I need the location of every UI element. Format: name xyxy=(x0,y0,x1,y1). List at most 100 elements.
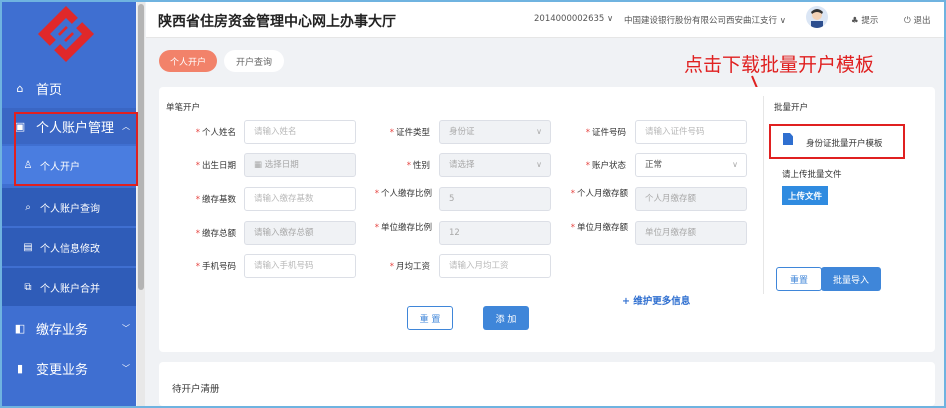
unit-monthly-label-text: 单位月缴存额 xyxy=(576,223,628,233)
sidebar: ⌂ 首页 ▣ 个人账户管理 ︿ ♙ 个人开户 ⌕ 个人账户查询 ▤ 个人信息修改… xyxy=(2,2,136,406)
nav-change[interactable]: ▮ 变更业务 ﹀ xyxy=(2,350,136,386)
sidebar-item-info-edit[interactable]: ▤ 个人信息修改 xyxy=(2,228,136,266)
unit-monthly-input: 单位月缴存额 xyxy=(635,221,747,245)
search-user-icon: ⌕ xyxy=(25,201,31,213)
avatar[interactable] xyxy=(806,6,828,28)
upload-button[interactable]: 上传文件 xyxy=(782,186,828,205)
id-number-input[interactable]: 请输入证件号码 xyxy=(635,120,747,144)
id-type-label: * 证件类型 xyxy=(389,128,430,138)
chevron-down-icon: ∨ xyxy=(732,160,738,169)
gender-label-text: 性别 xyxy=(412,161,430,171)
pending-card xyxy=(159,362,935,406)
account-status-label-text: 账户状态 xyxy=(591,161,626,171)
bank-selector[interactable]: 中国建设银行股份有限公司西安曲江支行 ∨ xyxy=(624,14,786,26)
gender-select[interactable]: 请选择 ∨ xyxy=(439,153,551,177)
tab-open-query[interactable]: 开户查询 xyxy=(224,50,284,72)
sidebar-item-label: 个人账户合并 xyxy=(40,283,100,295)
page-title: 陕西省住房资金管理中心网上办事大厅 xyxy=(158,14,396,30)
sidebar-scrollbar[interactable] xyxy=(137,2,145,406)
id-number-label-text: 证件号码 xyxy=(591,128,626,138)
add-button[interactable]: 添 加 xyxy=(483,306,529,330)
unit-monthly-label: * 单位月缴存额 xyxy=(570,223,628,233)
nav-home[interactable]: ⌂ 首页 xyxy=(2,70,136,106)
personal-monthly-label-text: 个人月缴存额 xyxy=(576,189,628,199)
unit-ratio-label-text: 单位缴存比例 xyxy=(380,223,432,233)
total-input[interactable]: 请输入缴存总额 xyxy=(244,221,356,245)
gender-placeholder: 请选择 xyxy=(449,160,475,170)
salary-input[interactable]: 请输入月均工资 xyxy=(439,254,551,278)
annotation-text: 点击下载批量开户模板 xyxy=(684,54,875,76)
reset-button[interactable]: 重 置 xyxy=(407,306,453,330)
sidebar-item-account-merge[interactable]: ⧉ 个人账户合并 xyxy=(2,268,136,306)
base-input[interactable]: 请输入缴存基数 xyxy=(244,187,356,211)
batch-section: 批量开户 xyxy=(774,103,809,113)
bell-icon: ♣ xyxy=(851,16,859,26)
nav-deposit-label: 缴存业务 xyxy=(36,322,89,338)
notice-label: 提示 xyxy=(861,16,879,26)
power-icon: ⏻ xyxy=(904,16,911,26)
chevron-down-icon: ∨ xyxy=(536,160,542,169)
account-status-value: 正常 xyxy=(645,160,663,170)
phone-input[interactable]: 请输入手机号码 xyxy=(244,254,356,278)
birth-date-picker[interactable]: ▦ 选择日期 xyxy=(244,153,356,177)
more-info-link[interactable]: + 维护更多信息 xyxy=(622,293,690,307)
account-number-text: 2014000002635 xyxy=(534,14,605,24)
unit-ratio-label: * 单位缴存比例 xyxy=(374,223,432,233)
name-label-text: 个人姓名 xyxy=(201,128,236,138)
name-label: * 个人姓名 xyxy=(195,128,236,138)
highlight-box xyxy=(14,112,138,186)
id-type-select[interactable]: 身份证 ∨ xyxy=(439,120,551,144)
calendar-icon: ▦ xyxy=(254,160,263,170)
personal-monthly-label: * 个人月缴存额 xyxy=(570,189,628,199)
phone-label-text: 手机号码 xyxy=(201,262,236,272)
chevron-down-icon: ∨ xyxy=(779,16,786,26)
personal-ratio-label-text: 个人缴存比例 xyxy=(380,189,432,199)
account-status-label: * 账户状态 xyxy=(585,161,626,171)
logo xyxy=(2,2,136,64)
section-divider xyxy=(763,96,764,294)
gender-label: * 性别 xyxy=(406,161,430,171)
personal-ratio-input: 5 xyxy=(439,187,551,211)
chevron-down-icon: ∨ xyxy=(536,127,542,136)
account-status-select[interactable]: 正常 ∨ xyxy=(635,153,747,177)
chevron-down-icon: ∨ xyxy=(607,14,614,24)
base-label: * 缴存基数 xyxy=(195,195,236,205)
total-label: * 缴存总额 xyxy=(195,229,236,239)
base-label-text: 缴存基数 xyxy=(201,195,236,205)
birth-date-placeholder: 选择日期 xyxy=(264,160,299,170)
id-type-value: 身份证 xyxy=(449,127,475,137)
batch-import-button[interactable]: 批量导入 xyxy=(821,267,881,291)
single-open-section: 单笔开户 xyxy=(166,103,201,113)
chevron-down-icon: ﹀ xyxy=(122,363,130,373)
bank-name: 中国建设银行股份有限公司西安曲江支行 xyxy=(624,16,778,26)
chevron-down-icon: ﹀ xyxy=(122,323,130,333)
upload-prompt: 请上传批量文件 xyxy=(782,170,842,180)
template-download-link[interactable]: 身份证批量开户模板 xyxy=(806,137,883,149)
id-type-label-text: 证件类型 xyxy=(395,128,430,138)
personal-ratio-label: * 个人缴存比例 xyxy=(374,189,432,199)
nav-deposit[interactable]: ◧ 缴存业务 ﹀ xyxy=(2,310,136,346)
birth-date-label-text: 出生日期 xyxy=(201,161,236,171)
nav-home-label: 首页 xyxy=(36,82,63,98)
document-icon: ▮ xyxy=(16,361,24,375)
name-input[interactable]: 请输入姓名 xyxy=(244,120,356,144)
batch-reset-button[interactable]: 重置 xyxy=(776,267,822,291)
document-icon xyxy=(783,133,793,145)
sidebar-item-label: 个人信息修改 xyxy=(40,243,100,255)
home-icon: ⌂ xyxy=(16,81,24,95)
personal-monthly-input: 个人月缴存额 xyxy=(635,187,747,211)
sidebar-item-account-query[interactable]: ⌕ 个人账户查询 xyxy=(2,188,136,226)
birth-date-label: * 出生日期 xyxy=(195,161,236,171)
deposit-icon: ◧ xyxy=(14,321,26,335)
phone-label: * 手机号码 xyxy=(195,262,236,272)
salary-label-text: 月均工资 xyxy=(395,262,430,272)
notice-link[interactable]: ♣ 提示 xyxy=(851,14,878,26)
total-label-text: 缴存总额 xyxy=(201,229,236,239)
account-number[interactable]: 2014000002635 ∨ xyxy=(534,14,613,24)
id-number-label: * 证件号码 xyxy=(585,128,626,138)
logout-link[interactable]: ⏻ 退出 xyxy=(904,14,930,26)
logout-label: 退出 xyxy=(913,16,931,26)
scrollbar-thumb[interactable] xyxy=(138,4,144,290)
pending-title: 待开户清册 xyxy=(172,384,220,395)
tab-open-account[interactable]: 个人开户 xyxy=(159,50,217,72)
